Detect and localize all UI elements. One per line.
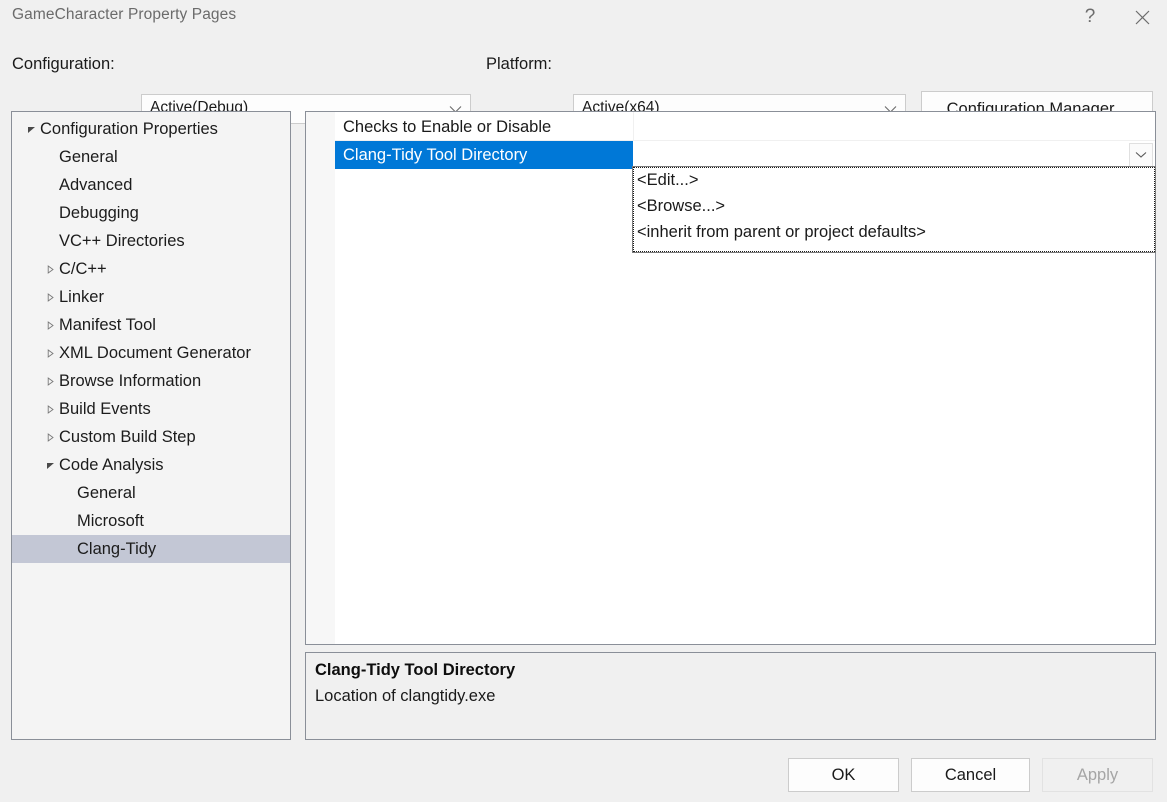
tree-item-label: General: [77, 479, 136, 507]
tree-item-label: Custom Build Step: [59, 423, 196, 451]
description-panel: Clang-Tidy Tool Directory Location of cl…: [305, 652, 1156, 740]
tree-item-label: General: [59, 143, 118, 171]
tree-item[interactable]: Code Analysis: [12, 451, 290, 479]
property-value-editor[interactable]: [633, 141, 1155, 169]
tree-expander-collapsed-icon[interactable]: [42, 339, 58, 367]
tree-item[interactable]: Build Events: [12, 395, 290, 423]
tree-item[interactable]: XML Document Generator: [12, 339, 290, 367]
window-title: GameCharacter Property Pages: [12, 6, 236, 24]
tree-item[interactable]: Advanced: [12, 171, 290, 199]
configuration-bar: Configuration: Active(Debug) Platform: A…: [0, 34, 1167, 103]
tree-expander-collapsed-icon[interactable]: [42, 255, 58, 283]
chevron-down-icon: [1135, 151, 1147, 159]
tree-item-label: Debugging: [59, 199, 139, 227]
tree-item-label: Clang-Tidy: [77, 535, 156, 563]
tree-item-label: Linker: [59, 283, 104, 311]
platform-label: Platform:: [486, 55, 552, 74]
tree-item[interactable]: Microsoft: [12, 507, 290, 535]
tree-item-label: Code Analysis: [59, 451, 164, 479]
tree-expander-collapsed-icon[interactable]: [42, 367, 58, 395]
tree-item[interactable]: Linker: [12, 283, 290, 311]
property-name[interactable]: Checks to Enable or Disable: [335, 113, 633, 141]
tree-item-label: C/C++: [59, 255, 107, 283]
tree-item-label: Manifest Tool: [59, 311, 156, 339]
tree-item[interactable]: Browse Information: [12, 367, 290, 395]
title-bar: GameCharacter Property Pages ?: [0, 0, 1167, 34]
property-row[interactable]: Clang-Tidy Tool Directory: [335, 141, 1155, 169]
tree-item[interactable]: Custom Build Step: [12, 423, 290, 451]
tree-item-label: Microsoft: [77, 507, 144, 535]
tree-item[interactable]: VC++ Directories: [12, 227, 290, 255]
tree-item-label: Build Events: [59, 395, 151, 423]
close-button[interactable]: [1119, 0, 1165, 34]
cancel-button[interactable]: Cancel: [911, 758, 1030, 792]
tree-item-label: XML Document Generator: [59, 339, 251, 367]
value-dropdown-list[interactable]: <Edit...><Browse...><inherit from parent…: [632, 166, 1156, 253]
tree-item-label: Browse Information: [59, 367, 201, 395]
tree-expander-collapsed-icon[interactable]: [42, 395, 58, 423]
tree-item[interactable]: Debugging: [12, 199, 290, 227]
dropdown-option[interactable]: <inherit from parent or project defaults…: [633, 219, 1155, 245]
tree-item[interactable]: Manifest Tool: [12, 311, 290, 339]
dropdown-option[interactable]: <Browse...>: [633, 193, 1155, 219]
tree-expander-collapsed-icon[interactable]: [42, 423, 58, 451]
value-dropdown-button[interactable]: [1129, 143, 1153, 167]
help-icon: ?: [1085, 6, 1096, 28]
tree-item[interactable]: General: [12, 143, 290, 171]
apply-button: Apply: [1042, 758, 1153, 792]
tree-item-label: VC++ Directories: [59, 227, 185, 255]
tree-expander-collapsed-icon[interactable]: [42, 283, 58, 311]
close-icon: [1135, 10, 1150, 25]
tree-item-label: Advanced: [59, 171, 132, 199]
tree-item[interactable]: Clang-Tidy: [12, 535, 290, 563]
dropdown-option[interactable]: <Edit...>: [633, 167, 1155, 193]
tree-expander-expanded-icon[interactable]: [42, 451, 58, 479]
tree-list: Configuration PropertiesGeneralAdvancedD…: [12, 115, 290, 563]
ok-button[interactable]: OK: [788, 758, 899, 792]
property-grid-gutter: [306, 112, 335, 644]
tree-expander-collapsed-icon[interactable]: [42, 311, 58, 339]
tree-item[interactable]: Configuration Properties: [12, 115, 290, 143]
description-text: Location of clangtidy.exe: [315, 687, 495, 706]
tree-item[interactable]: C/C++: [12, 255, 290, 283]
property-name[interactable]: Clang-Tidy Tool Directory: [335, 141, 633, 169]
property-value[interactable]: [633, 113, 1155, 141]
configuration-tree[interactable]: Configuration PropertiesGeneralAdvancedD…: [11, 111, 291, 740]
configuration-label: Configuration:: [12, 55, 115, 74]
help-button[interactable]: ?: [1067, 0, 1113, 34]
property-row[interactable]: Checks to Enable or Disable: [335, 113, 1155, 141]
description-title: Clang-Tidy Tool Directory: [315, 661, 515, 680]
tree-expander-expanded-icon[interactable]: [23, 115, 39, 143]
tree-item-label: Configuration Properties: [40, 115, 218, 143]
tree-item[interactable]: General: [12, 479, 290, 507]
